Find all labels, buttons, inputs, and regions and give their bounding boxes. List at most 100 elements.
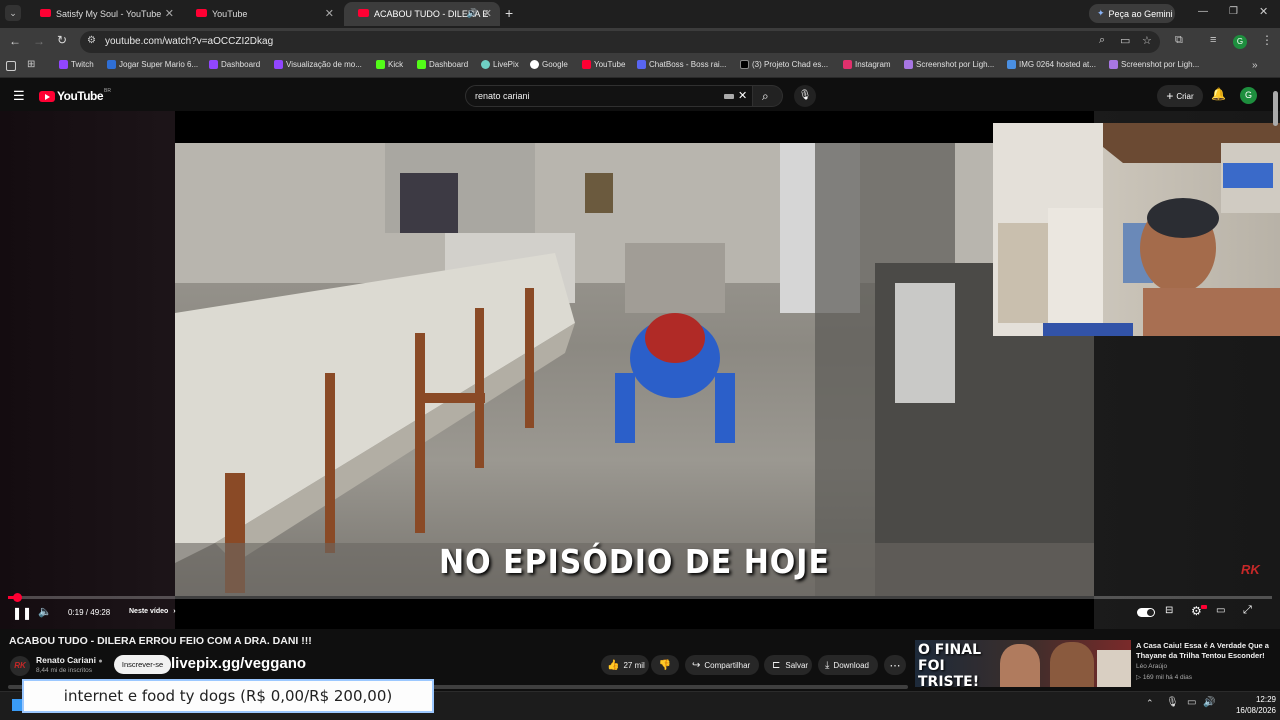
more-actions-button[interactable]: ⋯ bbox=[884, 655, 906, 675]
verified-icon: ● bbox=[98, 658, 103, 665]
bookmark-dashboard[interactable]: Dashboard bbox=[209, 60, 260, 69]
forward-icon[interactable]: → bbox=[33, 34, 45, 48]
bookmark-twitch[interactable]: Twitch bbox=[59, 60, 94, 69]
subscriber-count: 8,44 mi de inscritos bbox=[36, 667, 92, 674]
tab-satisfy-my-soul[interactable]: Satisfy My Soul - YouTube ✕ bbox=[26, 2, 182, 26]
google-icon bbox=[530, 60, 539, 69]
search-input[interactable]: renato cariani ✕ bbox=[465, 85, 753, 107]
keyboard-icon[interactable] bbox=[724, 94, 734, 99]
apps-grid-icon[interactable]: ⊞ bbox=[27, 59, 35, 70]
profile-avatar[interactable]: G bbox=[1233, 35, 1247, 49]
gemini-button[interactable]: ✦ Peça ao Gemini bbox=[1089, 4, 1175, 23]
youtube-logo[interactable]: YouTube BR bbox=[39, 88, 111, 103]
reading-list-icon[interactable]: ≡ bbox=[1210, 34, 1216, 46]
youtube-favicon-icon bbox=[40, 9, 51, 17]
bookmark-screenshot-1[interactable]: Screenshot por Ligh... bbox=[904, 60, 994, 69]
tab-youtube[interactable]: YouTube ✕ bbox=[182, 2, 342, 26]
site-info-icon[interactable]: ⚙ bbox=[87, 35, 96, 46]
video-scene: NO EPISÓDIO DE HOJE bbox=[175, 143, 1094, 596]
bookmark-dashboard-kick[interactable]: Dashboard bbox=[417, 60, 468, 69]
bookmark-youtube[interactable]: YouTube bbox=[582, 60, 625, 69]
bookmark-img-0264[interactable]: IMG 0264 hosted at... bbox=[1007, 60, 1096, 69]
reload-icon[interactable]: ↻ bbox=[57, 33, 67, 47]
gemini-icon: ✦ bbox=[1097, 8, 1105, 18]
browser-menu-icon[interactable]: ⋮ bbox=[1261, 33, 1273, 47]
microphone-tray-icon[interactable]: 🎙 bbox=[1166, 697, 1179, 708]
channel-watermark-logo[interactable]: RK bbox=[1241, 562, 1260, 577]
recommended-channel[interactable]: Léo Araújo bbox=[1136, 663, 1167, 670]
game-icon bbox=[107, 60, 116, 69]
gemini-label: Peça ao Gemini bbox=[1108, 8, 1173, 19]
search-button[interactable]: ⌕ bbox=[753, 85, 783, 107]
bookmark-screenshot-2[interactable]: Screenshot por Ligh... bbox=[1109, 60, 1199, 69]
close-tab-icon[interactable]: ✕ bbox=[165, 7, 174, 20]
volume-icon[interactable]: 🔈 bbox=[38, 605, 52, 618]
close-window-button[interactable]: ✕ bbox=[1259, 5, 1268, 18]
side-panel-icon[interactable] bbox=[6, 61, 16, 71]
bookmark-livepix[interactable]: LivePix bbox=[481, 60, 519, 69]
zoom-icon[interactable]: ⌕ bbox=[1099, 34, 1105, 47]
recommended-thumbnail[interactable]: O FINAL FOI TRISTE! bbox=[915, 640, 1131, 687]
bookmark-x-projeto[interactable]: (3) Projeto Chad es... bbox=[740, 60, 828, 69]
donation-goal-text: internet e food ty dogs (R$ 0,00/R$ 200,… bbox=[63, 687, 393, 705]
taskbar-time[interactable]: 12:29 bbox=[1236, 695, 1276, 704]
video-player[interactable]: NO EPISÓDIO DE HOJE ❚❚ 🔈 0:19 / 49:28 Ne… bbox=[0, 91, 1280, 629]
scrollbar-thumb[interactable] bbox=[1273, 91, 1278, 126]
recommended-title[interactable]: A Casa Caiu! Essa é A Verdade Que a Thay… bbox=[1136, 641, 1270, 661]
thumbs-down-icon: 👎 bbox=[658, 659, 672, 671]
more-icon: ⋯ bbox=[889, 659, 901, 672]
plus-icon: + bbox=[1166, 89, 1174, 103]
search-icon: ⌕ bbox=[762, 89, 769, 103]
subscribe-button[interactable]: Inscrever-se bbox=[114, 655, 171, 674]
bookmark-super-mario[interactable]: Jogar Super Mario 6... bbox=[107, 60, 198, 69]
channel-avatar[interactable]: RK bbox=[10, 656, 30, 676]
chapter-button[interactable]: Neste vídeo › bbox=[129, 608, 176, 615]
close-tab-icon[interactable]: ✕ bbox=[325, 7, 334, 20]
clear-search-icon[interactable]: ✕ bbox=[738, 89, 747, 102]
network-tray-icon[interactable]: ▭ bbox=[1187, 697, 1196, 708]
taskbar-date[interactable]: 16/08/2026 bbox=[1216, 706, 1276, 715]
more-bookmarks-icon[interactable]: » bbox=[1252, 60, 1258, 71]
cast-icon[interactable]: ▭ bbox=[1120, 34, 1130, 47]
account-avatar[interactable]: G bbox=[1240, 87, 1257, 104]
pause-icon[interactable]: ❚❚ bbox=[12, 606, 32, 620]
voice-search-button[interactable]: 🎙 bbox=[794, 85, 816, 107]
bookmark-star-icon[interactable]: ☆ bbox=[1142, 34, 1152, 47]
bookmark-kick[interactable]: Kick bbox=[376, 60, 403, 69]
hamburger-menu-icon[interactable]: ☰ bbox=[13, 88, 25, 104]
address-bar[interactable]: ⚙ youtube.com/watch?v=aOCCZI2Dkag ⌕ ▭ ☆ bbox=[80, 31, 1160, 53]
bookmark-visualizacao[interactable]: Visualização de mo... bbox=[274, 60, 362, 69]
close-tab-icon[interactable]: ✕ bbox=[483, 7, 492, 20]
theater-mode-icon[interactable]: ▭ bbox=[1216, 605, 1225, 616]
bookmark-chatboss[interactable]: ChatBoss - Boss rai... bbox=[637, 60, 726, 69]
tab-acabou-tudo[interactable]: ACABOU TUDO - DILERA E 🔊 ✕ bbox=[344, 2, 500, 26]
extensions-icon[interactable]: ⧉ bbox=[1175, 34, 1183, 47]
twitch-icon bbox=[274, 60, 283, 69]
download-button[interactable]: ⤓ Download bbox=[818, 655, 878, 675]
minimize-window-button[interactable]: — bbox=[1198, 6, 1208, 17]
restore-window-button[interactable]: ❐ bbox=[1229, 6, 1238, 17]
dislike-button[interactable]: 👎 bbox=[651, 655, 679, 675]
audio-playing-icon[interactable]: 🔊 bbox=[467, 8, 478, 19]
notifications-bell-icon[interactable]: 🔔 bbox=[1211, 87, 1226, 101]
tab-search-button[interactable]: ⌄ bbox=[5, 5, 21, 21]
progress-scrubber[interactable] bbox=[13, 593, 22, 602]
new-tab-button[interactable]: + bbox=[505, 5, 513, 21]
progress-bar[interactable] bbox=[8, 596, 1272, 599]
back-icon[interactable]: ← bbox=[9, 34, 21, 48]
youtube-icon bbox=[582, 60, 591, 69]
fullscreen-icon[interactable]: ⤢ bbox=[1243, 604, 1252, 617]
bookmark-instagram[interactable]: Instagram bbox=[843, 60, 891, 69]
save-button[interactable]: ⊏ Salvar bbox=[764, 655, 812, 675]
like-button[interactable]: 👍 27 mil bbox=[601, 655, 649, 675]
streamer-webcam-overlay bbox=[993, 123, 1280, 336]
create-button[interactable]: + Criar bbox=[1157, 85, 1203, 107]
autoplay-toggle[interactable] bbox=[1137, 608, 1155, 617]
bookmark-google[interactable]: Google bbox=[530, 60, 568, 69]
subtitles-icon[interactable]: ⊟ bbox=[1165, 605, 1173, 616]
show-hidden-icons-icon[interactable]: ⌃ bbox=[1146, 698, 1154, 709]
volume-tray-icon[interactable]: 🔊 bbox=[1203, 697, 1215, 708]
video-frame[interactable]: NO EPISÓDIO DE HOJE bbox=[175, 111, 1094, 629]
channel-name[interactable]: Renato Cariani ● bbox=[36, 655, 103, 665]
share-button[interactable]: ↪ Compartilhar bbox=[685, 655, 759, 675]
